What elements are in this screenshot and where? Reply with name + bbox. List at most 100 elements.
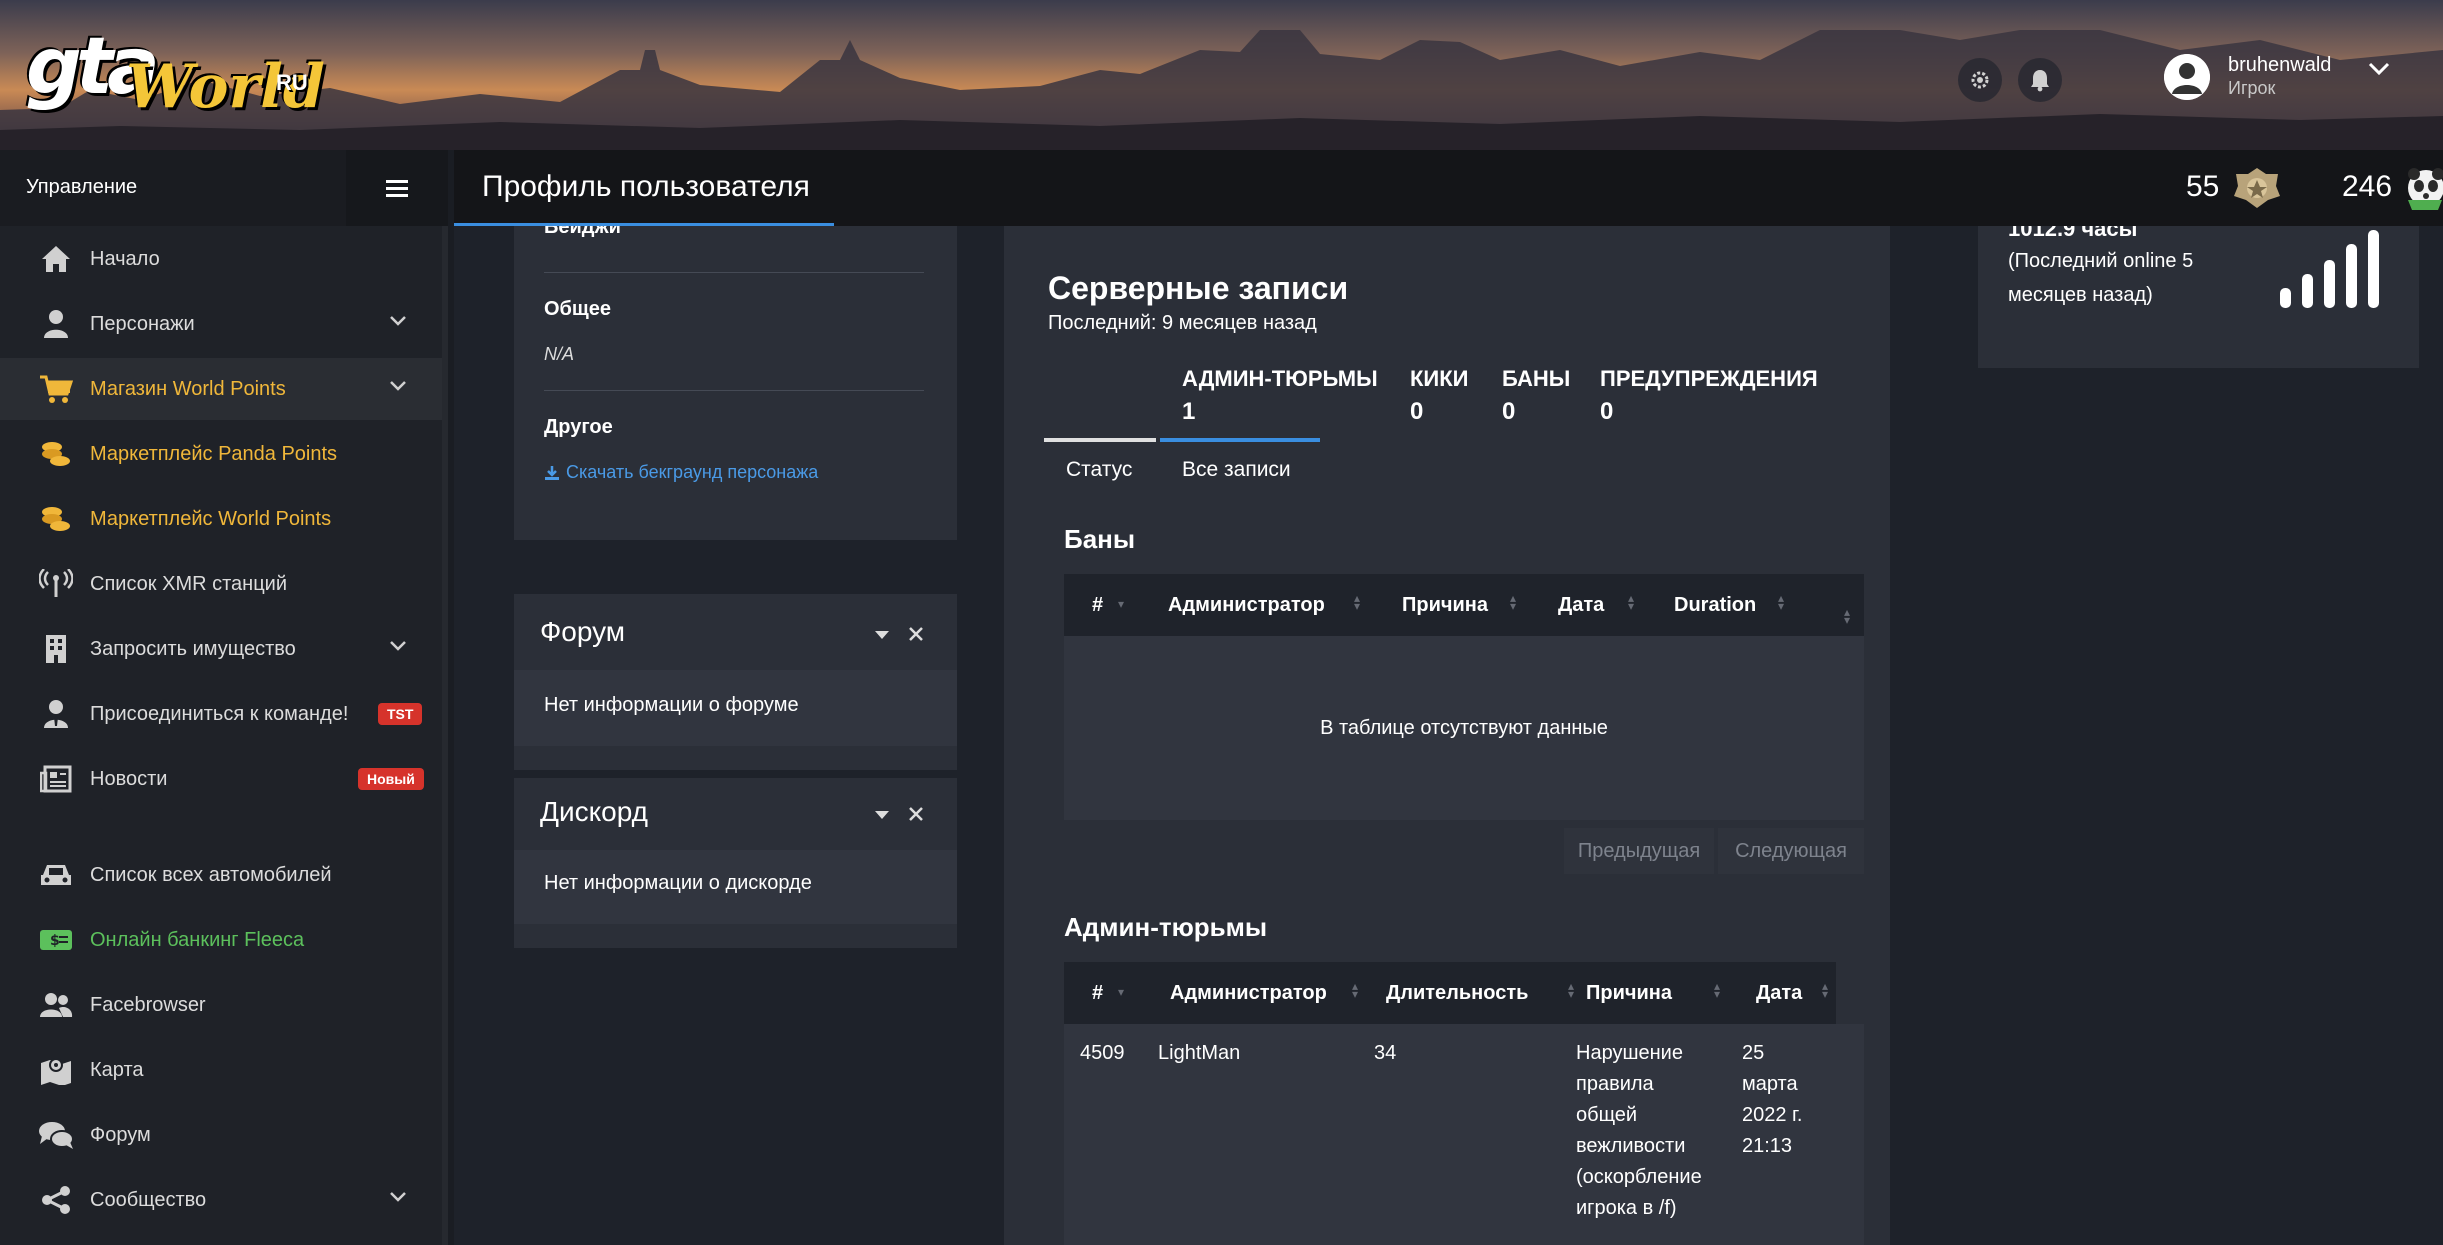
next-page-label: Следующая (1735, 839, 1847, 862)
user-menu[interactable]: bruhenwald Игрок (2160, 50, 2400, 108)
sidebar-item-label: Сообщество (90, 1188, 207, 1211)
user-name: bruhenwald (2228, 54, 2332, 76)
sidebar-item-vehicles[interactable]: Список всех автомобилей (0, 844, 442, 906)
bell-icon (2031, 70, 2049, 92)
discord-card: Дискорд Нет информации о дискорде (514, 778, 957, 948)
col-header-date[interactable]: Дата (1558, 594, 1604, 617)
next-page-button[interactable]: Следующая (1718, 828, 1864, 874)
settings-button[interactable] (1958, 58, 2002, 102)
sort-icon: ▴ ▾ (1714, 979, 1721, 1001)
tab-status[interactable]: Статус (1066, 458, 1132, 482)
sidebar-item-world-marketplace[interactable]: Маркетплейс World Points (0, 488, 442, 550)
forum-card-title: Форум (540, 616, 626, 647)
forum-card-body: Нет информации о форуме (514, 670, 957, 746)
sort-icon: ▴ ▾ (1628, 591, 1635, 613)
sidebar-title: Управление (26, 176, 138, 198)
sidebar-toggle-button[interactable] (346, 150, 448, 226)
sidebar-item-label: Список XMR станций (90, 572, 288, 595)
jail-date-line: 25 (1742, 1042, 1765, 1064)
sort-icon: ▴ ▾ (1568, 979, 1575, 1001)
chevron-down-icon (390, 1192, 406, 1202)
forum-info-text: Нет информации о форуме (544, 694, 799, 716)
playtime-card: 1012.9 часы (Последний online 5 месяцев … (1978, 226, 2419, 368)
divider (544, 390, 924, 391)
sort-icon: ▴ ▾ (1510, 591, 1517, 613)
sidebar-item-label: Запросить имущество (90, 637, 296, 660)
signal-bars-icon (2280, 230, 2379, 308)
server-records-subtitle: Последний: 9 месяцев назад (1048, 312, 1317, 334)
close-icon[interactable] (908, 626, 924, 642)
jail-id: 4509 (1080, 1042, 1125, 1064)
sidebar-item-community[interactable]: Сообщество (0, 1169, 442, 1231)
sort-icon: ▾ (1118, 597, 1125, 611)
col-header-id[interactable]: # (1092, 594, 1103, 617)
bans-section-title: Баны (1064, 524, 1136, 554)
sidebar-item-join-team[interactable]: Присоединиться к команде! TST (0, 683, 442, 745)
sidebar-item-news[interactable]: Новости Новый (0, 748, 442, 810)
jail-reason-line: вежливости (1576, 1135, 1686, 1157)
site-logo[interactable]: gta World RU (26, 22, 325, 122)
stat-value-bans: 0 (1502, 398, 1516, 425)
page-title: Профиль пользователя (482, 170, 810, 203)
sidebar-item-world-points-shop[interactable]: Магазин World Points (0, 358, 442, 420)
col-header-admin[interactable]: Администратор (1170, 982, 1327, 1005)
jail-reason: Нарушение правила общей вежливости (оско… (1576, 1038, 1702, 1224)
tab-all-records[interactable]: Все записи (1182, 458, 1291, 482)
sidebar-item-label: Форум (90, 1123, 151, 1146)
stat-label-jails: АДМИН-ТЮРЬМЫ (1182, 366, 1378, 391)
col-header-duration[interactable]: Duration (1674, 594, 1756, 617)
general-value: N/A (544, 344, 575, 364)
col-header-id[interactable]: # (1092, 982, 1103, 1005)
other-label: Другое (544, 416, 613, 438)
bans-table-empty-row: В таблице отсутствуют данные (1064, 636, 1864, 820)
download-background-link[interactable]: Скачать бекграунд персонажа (544, 462, 818, 483)
chevron-down-icon (2368, 62, 2390, 76)
jails-section-title: Админ-тюрьмы (1064, 912, 1268, 942)
jail-date: 25 марта 2022 г. 21:13 (1742, 1038, 1802, 1162)
sidebar-item-facebrowser[interactable]: Facebrowser (0, 974, 442, 1036)
col-header-reason[interactable]: Причина (1586, 982, 1672, 1005)
download-link-text: Скачать бекграунд персонажа (566, 462, 819, 482)
previous-page-label: Предыдущая (1577, 839, 1701, 862)
jail-reason-line: Нарушение (1576, 1042, 1683, 1064)
sidebar-item-characters[interactable]: Персонажи (0, 293, 442, 355)
comments-icon (38, 1117, 74, 1153)
sidebar-item-label: Присоединиться к команде! (90, 702, 349, 725)
sidebar-item-request-property[interactable]: Запросить имущество (0, 618, 442, 680)
caret-down-icon[interactable] (874, 630, 890, 640)
sort-icon: ▾ (1118, 985, 1125, 999)
home-icon (38, 241, 74, 277)
col-header-reason[interactable]: Причина (1402, 594, 1488, 617)
jail-date-line: 21:13 (1742, 1135, 1793, 1157)
sidebar-item-map[interactable]: Карта (0, 1039, 442, 1101)
sidebar-item-home[interactable]: Начало (0, 228, 442, 290)
world-points-count: 55 (2186, 170, 2220, 203)
sidebar-item-fleeca-banking[interactable]: $ Онлайн банкинг Fleeca (0, 909, 442, 971)
server-records-card: Серверные записи Последний: 9 месяцев на… (1004, 226, 1890, 1245)
cart-icon (38, 371, 74, 407)
close-icon[interactable] (908, 806, 924, 822)
divider (544, 272, 924, 273)
col-header-admin[interactable]: Администратор (1168, 594, 1325, 617)
sidebar-item-xmr-stations[interactable]: Список XMR станций (0, 553, 442, 615)
new-badge: Новый (358, 768, 424, 790)
notifications-button[interactable] (2018, 58, 2062, 102)
sidebar-item-label: Магазин World Points (90, 377, 286, 400)
jail-reason-line: общей (1576, 1104, 1638, 1126)
chevron-down-icon (390, 641, 406, 651)
user-role: Игрок (2228, 78, 2276, 98)
hamburger-icon (386, 180, 408, 197)
jail-duration: 34 (1374, 1042, 1397, 1064)
col-header-date[interactable]: Дата (1756, 982, 1802, 1005)
tab-indicator-all (1160, 438, 1320, 442)
sidebar-item-forum[interactable]: Форум (0, 1104, 442, 1166)
sidebar-item-label: Facebrowser (90, 993, 206, 1016)
previous-page-button[interactable]: Предыдущая (1564, 828, 1714, 874)
stat-value-kicks: 0 (1410, 398, 1424, 425)
avatar (2164, 54, 2210, 100)
sidebar-item-panda-marketplace[interactable]: Маркетплейс Panda Points (0, 423, 442, 485)
caret-down-icon[interactable] (874, 810, 890, 820)
sidebar-item-label: Список всех автомобилей (90, 863, 332, 886)
sort-icon: ▴ ▾ (1354, 591, 1361, 613)
col-header-duration[interactable]: Длительность (1386, 982, 1528, 1005)
